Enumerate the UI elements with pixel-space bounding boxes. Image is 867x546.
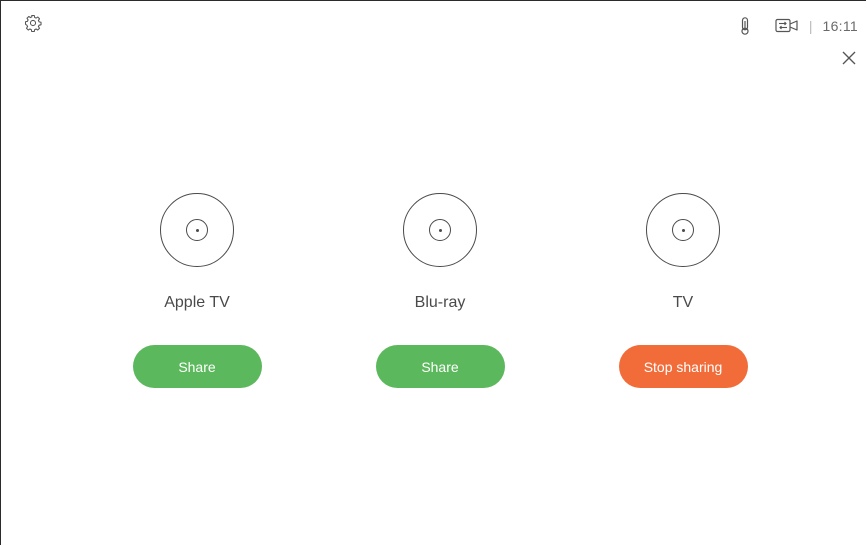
source-label: TV [672,294,694,311]
disc-icon [403,193,477,267]
disc-icon [646,193,720,267]
share-button[interactable]: Share [132,345,262,388]
close-icon [842,51,856,65]
camera-share-icon [775,18,798,33]
source-apple-tv: Apple TV Share [97,193,297,388]
share-button[interactable]: Share [375,345,505,388]
settings-button[interactable] [24,14,42,33]
source-label: Apple TV [164,294,230,311]
thermometer-icon [741,17,749,35]
disc-icon [160,193,234,267]
clock: 16:11 [822,18,858,34]
source-blu-ray: Blu-ray Share [340,193,540,388]
share-panel: | 16:11 Apple TV Share Blu-ray Share TV … [0,0,866,545]
status-separator: | [808,18,813,34]
close-button[interactable] [841,50,857,66]
stop-sharing-button[interactable]: Stop sharing [618,345,748,388]
status-bar: | 16:11 [740,16,858,36]
source-label: Blu-ray [414,294,466,311]
source-tv: TV Stop sharing [583,193,783,388]
gear-icon [24,14,42,33]
